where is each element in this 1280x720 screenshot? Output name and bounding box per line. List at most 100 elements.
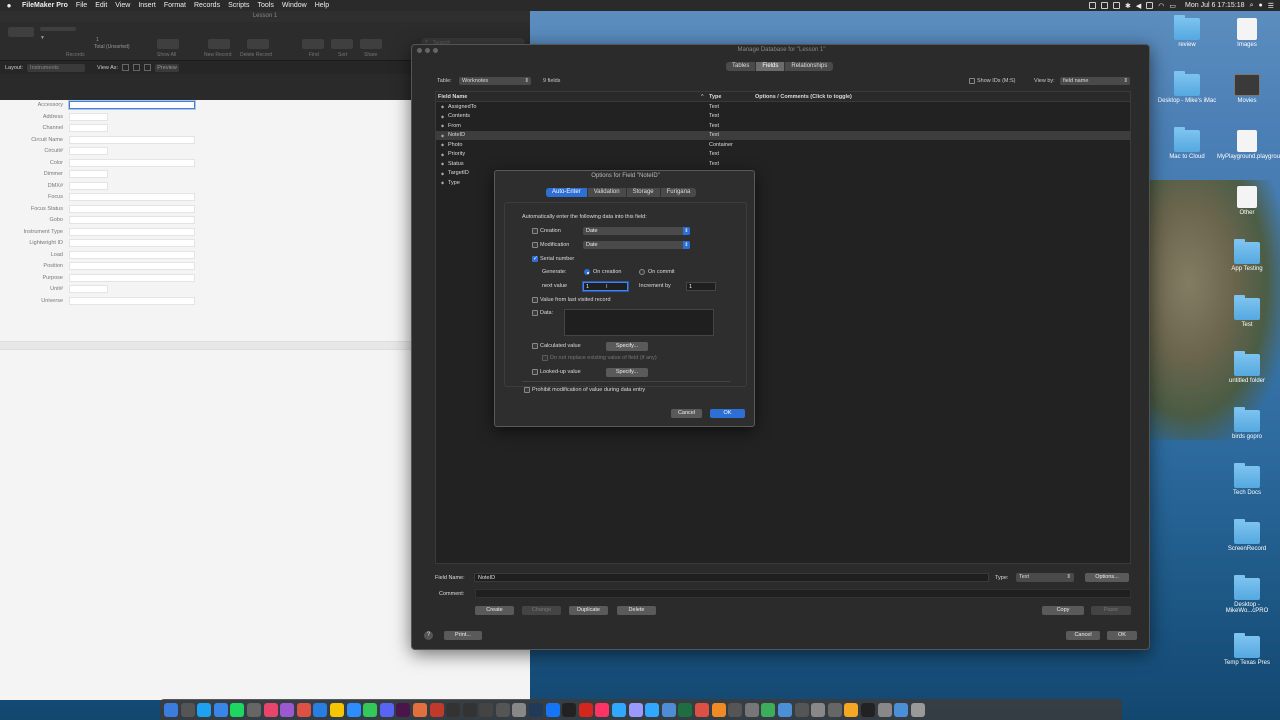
desktop-icon[interactable]: review: [1157, 15, 1217, 48]
volume-icon[interactable]: ◀: [1136, 2, 1141, 10]
drag-handle-icon[interactable]: ◆: [441, 161, 444, 166]
clock[interactable]: Mon Jul 6 17:15:18: [1181, 2, 1245, 9]
looked-up-specify-button[interactable]: Specify...: [606, 368, 648, 377]
field-input[interactable]: [69, 204, 195, 213]
dock-maps-icon[interactable]: [761, 702, 776, 717]
status-app-icon[interactable]: [1101, 2, 1109, 9]
desktop-icon[interactable]: Temp Texas Pres: [1217, 633, 1277, 666]
dock-xcode-icon[interactable]: [545, 702, 560, 717]
sort-button[interactable]: [331, 39, 353, 49]
paste-button[interactable]: Paste: [1091, 606, 1131, 615]
dock-compressor-icon[interactable]: [728, 702, 743, 717]
dock-messages-icon[interactable]: [363, 702, 378, 717]
prohibit-checkbox[interactable]: [524, 387, 530, 393]
field-input[interactable]: [69, 135, 195, 144]
desktop-icon[interactable]: Other: [1217, 186, 1277, 216]
dock-slack-icon[interactable]: [396, 702, 411, 717]
create-button[interactable]: Create: [475, 606, 514, 615]
menu-insert[interactable]: Insert: [134, 2, 160, 9]
field-input[interactable]: [69, 262, 195, 270]
dock-v-icon[interactable]: [495, 702, 510, 717]
tab-tables[interactable]: Tables: [726, 62, 757, 71]
change-button[interactable]: Change: [522, 606, 561, 615]
new-record-button[interactable]: [208, 39, 230, 49]
view-by-select[interactable]: field name ⇕: [1060, 77, 1130, 85]
field-input[interactable]: [69, 216, 195, 224]
notification-icon[interactable]: ☰: [1268, 2, 1274, 10]
field-row[interactable]: ◆ From Text: [436, 121, 1130, 131]
dock-zoom-icon[interactable]: [346, 702, 361, 717]
field-input[interactable]: [69, 296, 195, 305]
field-input[interactable]: [69, 250, 195, 259]
field-input[interactable]: [69, 170, 108, 178]
dock-spotify-icon[interactable]: [230, 702, 245, 717]
column-type[interactable]: Type: [709, 94, 721, 100]
record-nav-button[interactable]: [8, 27, 34, 37]
desktop-icon[interactable]: Tech Docs: [1217, 463, 1277, 496]
column-options[interactable]: Options / Comments (Click to toggle): [755, 94, 852, 100]
dock-files-icon[interactable]: [777, 702, 792, 717]
tab-furigana[interactable]: Furigana: [661, 188, 697, 197]
options-cancel-button[interactable]: Cancel: [671, 409, 702, 418]
status-app-icon[interactable]: [1113, 2, 1121, 9]
field-input[interactable]: [69, 101, 195, 109]
type-select[interactable]: Text ⇕: [1016, 573, 1074, 582]
battery-icon[interactable]: [1146, 2, 1154, 9]
last-visited-checkbox[interactable]: [532, 297, 538, 303]
menu-scripts[interactable]: Scripts: [224, 2, 253, 9]
duplicate-button[interactable]: Duplicate: [569, 606, 608, 615]
field-row[interactable]: ◆ Photo Container: [436, 140, 1130, 150]
print-button[interactable]: Print...: [444, 631, 482, 640]
display-icon[interactable]: ▭: [1169, 2, 1176, 10]
record-slider[interactable]: [40, 27, 76, 31]
dock-podcasts-icon[interactable]: [280, 702, 295, 717]
dock-ma-icon[interactable]: [479, 702, 494, 717]
desktop-icon[interactable]: App Testing: [1217, 239, 1277, 272]
help-icon[interactable]: ?: [424, 631, 433, 640]
form-view-icon[interactable]: [122, 64, 130, 71]
desktop-icon[interactable]: Test: [1217, 295, 1277, 328]
find-button[interactable]: [302, 39, 324, 49]
do-not-replace-checkbox[interactable]: [542, 355, 548, 361]
drag-handle-icon[interactable]: ◆: [441, 123, 444, 128]
drag-handle-icon[interactable]: ◆: [441, 152, 444, 157]
menu-window[interactable]: Window: [278, 2, 311, 9]
show-ids-checkbox[interactable]: [969, 78, 975, 84]
desktop-icon[interactable]: Movies: [1217, 74, 1277, 104]
table-view-icon[interactable]: [144, 64, 152, 71]
dock-trash2-icon[interactable]: [910, 702, 925, 717]
column-field-name[interactable]: Field Name: [438, 94, 467, 100]
dock-terminal2-icon[interactable]: [860, 702, 875, 717]
data-textarea[interactable]: [564, 309, 714, 336]
user-icon[interactable]: ●: [1258, 2, 1262, 9]
menu-file[interactable]: File: [72, 2, 91, 9]
increment-input[interactable]: 1: [686, 282, 716, 291]
record-number[interactable]: 1: [96, 37, 99, 43]
spotlight-icon[interactable]: ⌕: [1250, 2, 1254, 10]
field-row[interactable]: ◆ NoteID Text: [436, 130, 1130, 140]
dock-acrobat-icon[interactable]: [578, 702, 593, 717]
delete-record-button[interactable]: [247, 39, 269, 49]
delete-button[interactable]: Delete: [617, 606, 656, 615]
tab-validation[interactable]: Validation: [588, 188, 627, 197]
options-ok-button[interactable]: OK: [710, 409, 745, 418]
on-creation-radio[interactable]: [584, 269, 590, 275]
drag-handle-icon[interactable]: ◆: [441, 114, 444, 119]
apple-icon[interactable]: ●: [0, 1, 18, 10]
comment-input[interactable]: [475, 589, 1131, 598]
ok-button[interactable]: OK: [1107, 631, 1137, 640]
calculated-value-checkbox[interactable]: [532, 343, 538, 349]
bluetooth-icon[interactable]: ✱: [1125, 2, 1131, 10]
dock-vlc-icon[interactable]: [711, 702, 726, 717]
creation-checkbox[interactable]: [532, 228, 538, 234]
dock-lightroom-icon[interactable]: [529, 702, 544, 717]
dock-lightroom-classic-icon[interactable]: [645, 702, 660, 717]
dock-siri-icon[interactable]: [180, 702, 195, 717]
desktop-icon[interactable]: Desktop - MikeWo...cPRO: [1217, 575, 1277, 614]
drag-handle-icon[interactable]: ◆: [441, 133, 444, 138]
dock-premiere-icon[interactable]: [628, 702, 643, 717]
desktop-icon[interactable]: Images: [1217, 18, 1277, 48]
dock-trash-icon[interactable]: [877, 702, 892, 717]
desktop-icon[interactable]: untitled folder: [1217, 351, 1277, 384]
desktop-icon[interactable]: Mac to Cloud: [1157, 127, 1217, 160]
